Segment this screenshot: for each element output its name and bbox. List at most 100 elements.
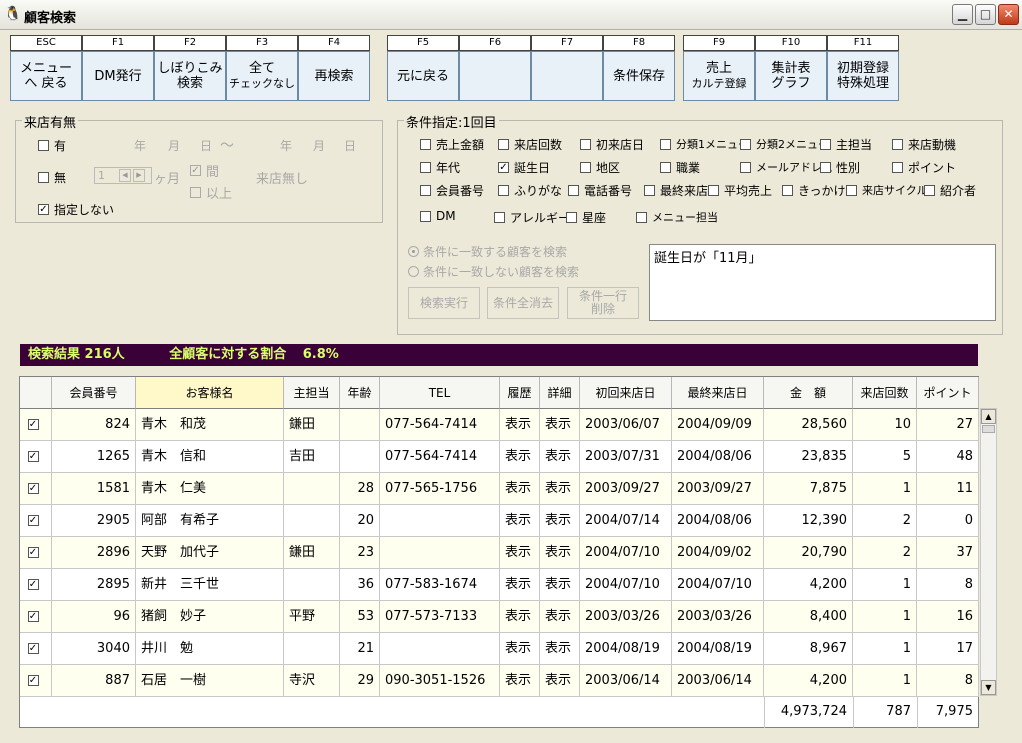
condition-checkbox[interactable]: 年代: [420, 159, 460, 176]
show-hist-link[interactable]: 表示: [500, 505, 540, 537]
fkey-f1[interactable]: F1 DM発行: [82, 35, 154, 101]
checkbox-box[interactable]: [566, 212, 577, 223]
condition-checkbox[interactable]: 紹介者: [924, 182, 976, 199]
delete-condition-row-button[interactable]: 条件一行 削除: [567, 287, 639, 319]
checkbox-box[interactable]: [782, 185, 793, 196]
show-detail-link[interactable]: 表示: [540, 441, 580, 473]
or-more-checkbox[interactable]: 以上: [190, 183, 232, 202]
row-checkbox[interactable]: ✓: [20, 665, 52, 697]
condition-checkbox[interactable]: 初来店日: [580, 136, 644, 153]
fkey-button[interactable]: メニューへ 戻る: [10, 51, 82, 101]
show-detail-link[interactable]: 表示: [540, 665, 580, 697]
show-hist-link[interactable]: 表示: [500, 537, 540, 569]
checkbox-box[interactable]: [708, 185, 719, 196]
fkey-button[interactable]: 元に戻る: [387, 51, 459, 101]
column-header[interactable]: 来店回数: [853, 377, 917, 409]
column-header[interactable]: 年齢: [340, 377, 380, 409]
clear-conditions-button[interactable]: 条件全消去: [487, 287, 559, 319]
column-header[interactable]: 履歴: [500, 377, 540, 409]
condition-checkbox[interactable]: 会員番号: [420, 182, 484, 199]
fkey-f10[interactable]: F10 集計表 グラフ: [755, 35, 827, 101]
checkbox-box[interactable]: [660, 162, 671, 173]
checkbox-box[interactable]: [498, 139, 509, 150]
checkbox-box[interactable]: [580, 162, 591, 173]
months-spinner[interactable]: 1 ◀ ▶: [94, 167, 152, 184]
show-detail-link[interactable]: 表示: [540, 633, 580, 665]
show-hist-link[interactable]: 表示: [500, 409, 540, 441]
condition-checkbox[interactable]: DM: [420, 209, 456, 223]
checkbox-box[interactable]: ✓: [27, 675, 39, 686]
show-hist-link[interactable]: 表示: [500, 665, 540, 697]
checkbox-box[interactable]: ✓: [27, 611, 39, 622]
fkey-button[interactable]: しぼりこみ 検索: [154, 51, 226, 101]
fkey-f11[interactable]: F11 初期登録 特殊処理: [827, 35, 899, 101]
fkey-button[interactable]: DM発行: [82, 51, 154, 101]
checkbox-box[interactable]: ✓: [27, 579, 39, 590]
condition-checkbox[interactable]: 性別: [820, 159, 860, 176]
condition-checkbox[interactable]: 地区: [580, 159, 620, 176]
condition-checkbox[interactable]: 最終来店: [644, 182, 708, 199]
fkey-f8[interactable]: F8 条件保存: [603, 35, 675, 101]
condition-checkbox[interactable]: ふりがな: [498, 182, 562, 199]
scroll-up-icon[interactable]: ▲: [981, 409, 996, 424]
close-button[interactable]: ✕: [998, 4, 1019, 25]
show-detail-link[interactable]: 表示: [540, 601, 580, 633]
checkbox-box[interactable]: [644, 185, 655, 196]
fkey-f4[interactable]: F4 再検索: [298, 35, 370, 101]
column-header[interactable]: 金 額: [764, 377, 853, 409]
column-header[interactable]: TEL: [380, 377, 500, 409]
spin-right-icon[interactable]: ▶: [133, 169, 145, 182]
condition-checkbox[interactable]: ポイント: [892, 159, 956, 176]
column-header[interactable]: 初回来店日: [580, 377, 672, 409]
column-header[interactable]: 最終来店日: [672, 377, 764, 409]
checkbox-box[interactable]: ✓: [27, 483, 39, 494]
checkbox-box[interactable]: ✓: [27, 451, 39, 462]
show-detail-link[interactable]: 表示: [540, 473, 580, 505]
between-checkbox[interactable]: ✓ 間: [190, 161, 219, 180]
condition-checkbox[interactable]: 売上金額: [420, 136, 484, 153]
show-hist-link[interactable]: 表示: [500, 441, 540, 473]
checkbox-box[interactable]: ✓: [27, 643, 39, 654]
checkbox-box[interactable]: [924, 185, 935, 196]
radio-match[interactable]: 条件に一致する顧客を検索: [408, 243, 567, 260]
condition-checkbox[interactable]: メニュー担当: [636, 209, 718, 225]
header-select[interactable]: [20, 377, 52, 409]
checkbox-box[interactable]: ✓: [27, 515, 39, 526]
condition-summary-box[interactable]: 誕生日が「11月」: [649, 244, 996, 321]
spin-left-icon[interactable]: ◀: [119, 169, 131, 182]
checkbox-box[interactable]: [498, 185, 509, 196]
checkbox-box[interactable]: [420, 210, 431, 222]
condition-checkbox[interactable]: 平均売上: [708, 182, 772, 199]
condition-checkbox[interactable]: 職業: [660, 159, 700, 176]
row-checkbox[interactable]: ✓: [20, 441, 52, 473]
checkbox-box[interactable]: [580, 139, 591, 150]
column-header[interactable]: お客様名: [136, 377, 284, 409]
checkbox-box[interactable]: [820, 162, 831, 173]
fkey-esc[interactable]: ESC メニューへ 戻る: [10, 35, 82, 101]
checkbox-box[interactable]: ✓: [27, 547, 39, 558]
condition-checkbox[interactable]: 主担当: [820, 136, 872, 153]
checkbox-box[interactable]: [892, 139, 903, 150]
checkbox-box[interactable]: [420, 162, 431, 173]
condition-checkbox[interactable]: アレルギー: [494, 209, 570, 226]
fkey-f2[interactable]: F2 しぼりこみ 検索: [154, 35, 226, 101]
scroll-down-icon[interactable]: ▼: [981, 680, 996, 695]
visit-none-checkbox[interactable]: 無: [38, 169, 66, 186]
condition-checkbox[interactable]: 来店サイクル: [846, 182, 927, 198]
fkey-button[interactable]: 初期登録 特殊処理: [827, 51, 899, 101]
checkbox-box[interactable]: [420, 185, 431, 196]
checkbox-box[interactable]: [494, 212, 505, 223]
checkbox-box[interactable]: [636, 211, 647, 223]
fkey-f5[interactable]: F5 元に戻る: [387, 35, 459, 101]
search-execute-button[interactable]: 検索実行: [408, 287, 480, 319]
fkey-button[interactable]: 全て チェックなし: [226, 51, 298, 101]
checkbox-box[interactable]: [740, 138, 751, 150]
show-hist-link[interactable]: 表示: [500, 633, 540, 665]
fkey-f9[interactable]: F9 売上 カルテ登録: [683, 35, 755, 101]
fkey-button[interactable]: 集計表 グラフ: [755, 51, 827, 101]
row-checkbox[interactable]: ✓: [20, 473, 52, 505]
column-header[interactable]: 会員番号: [52, 377, 136, 409]
checkbox-box[interactable]: [660, 138, 671, 150]
fkey-button[interactable]: [459, 51, 531, 101]
show-hist-link[interactable]: 表示: [500, 601, 540, 633]
